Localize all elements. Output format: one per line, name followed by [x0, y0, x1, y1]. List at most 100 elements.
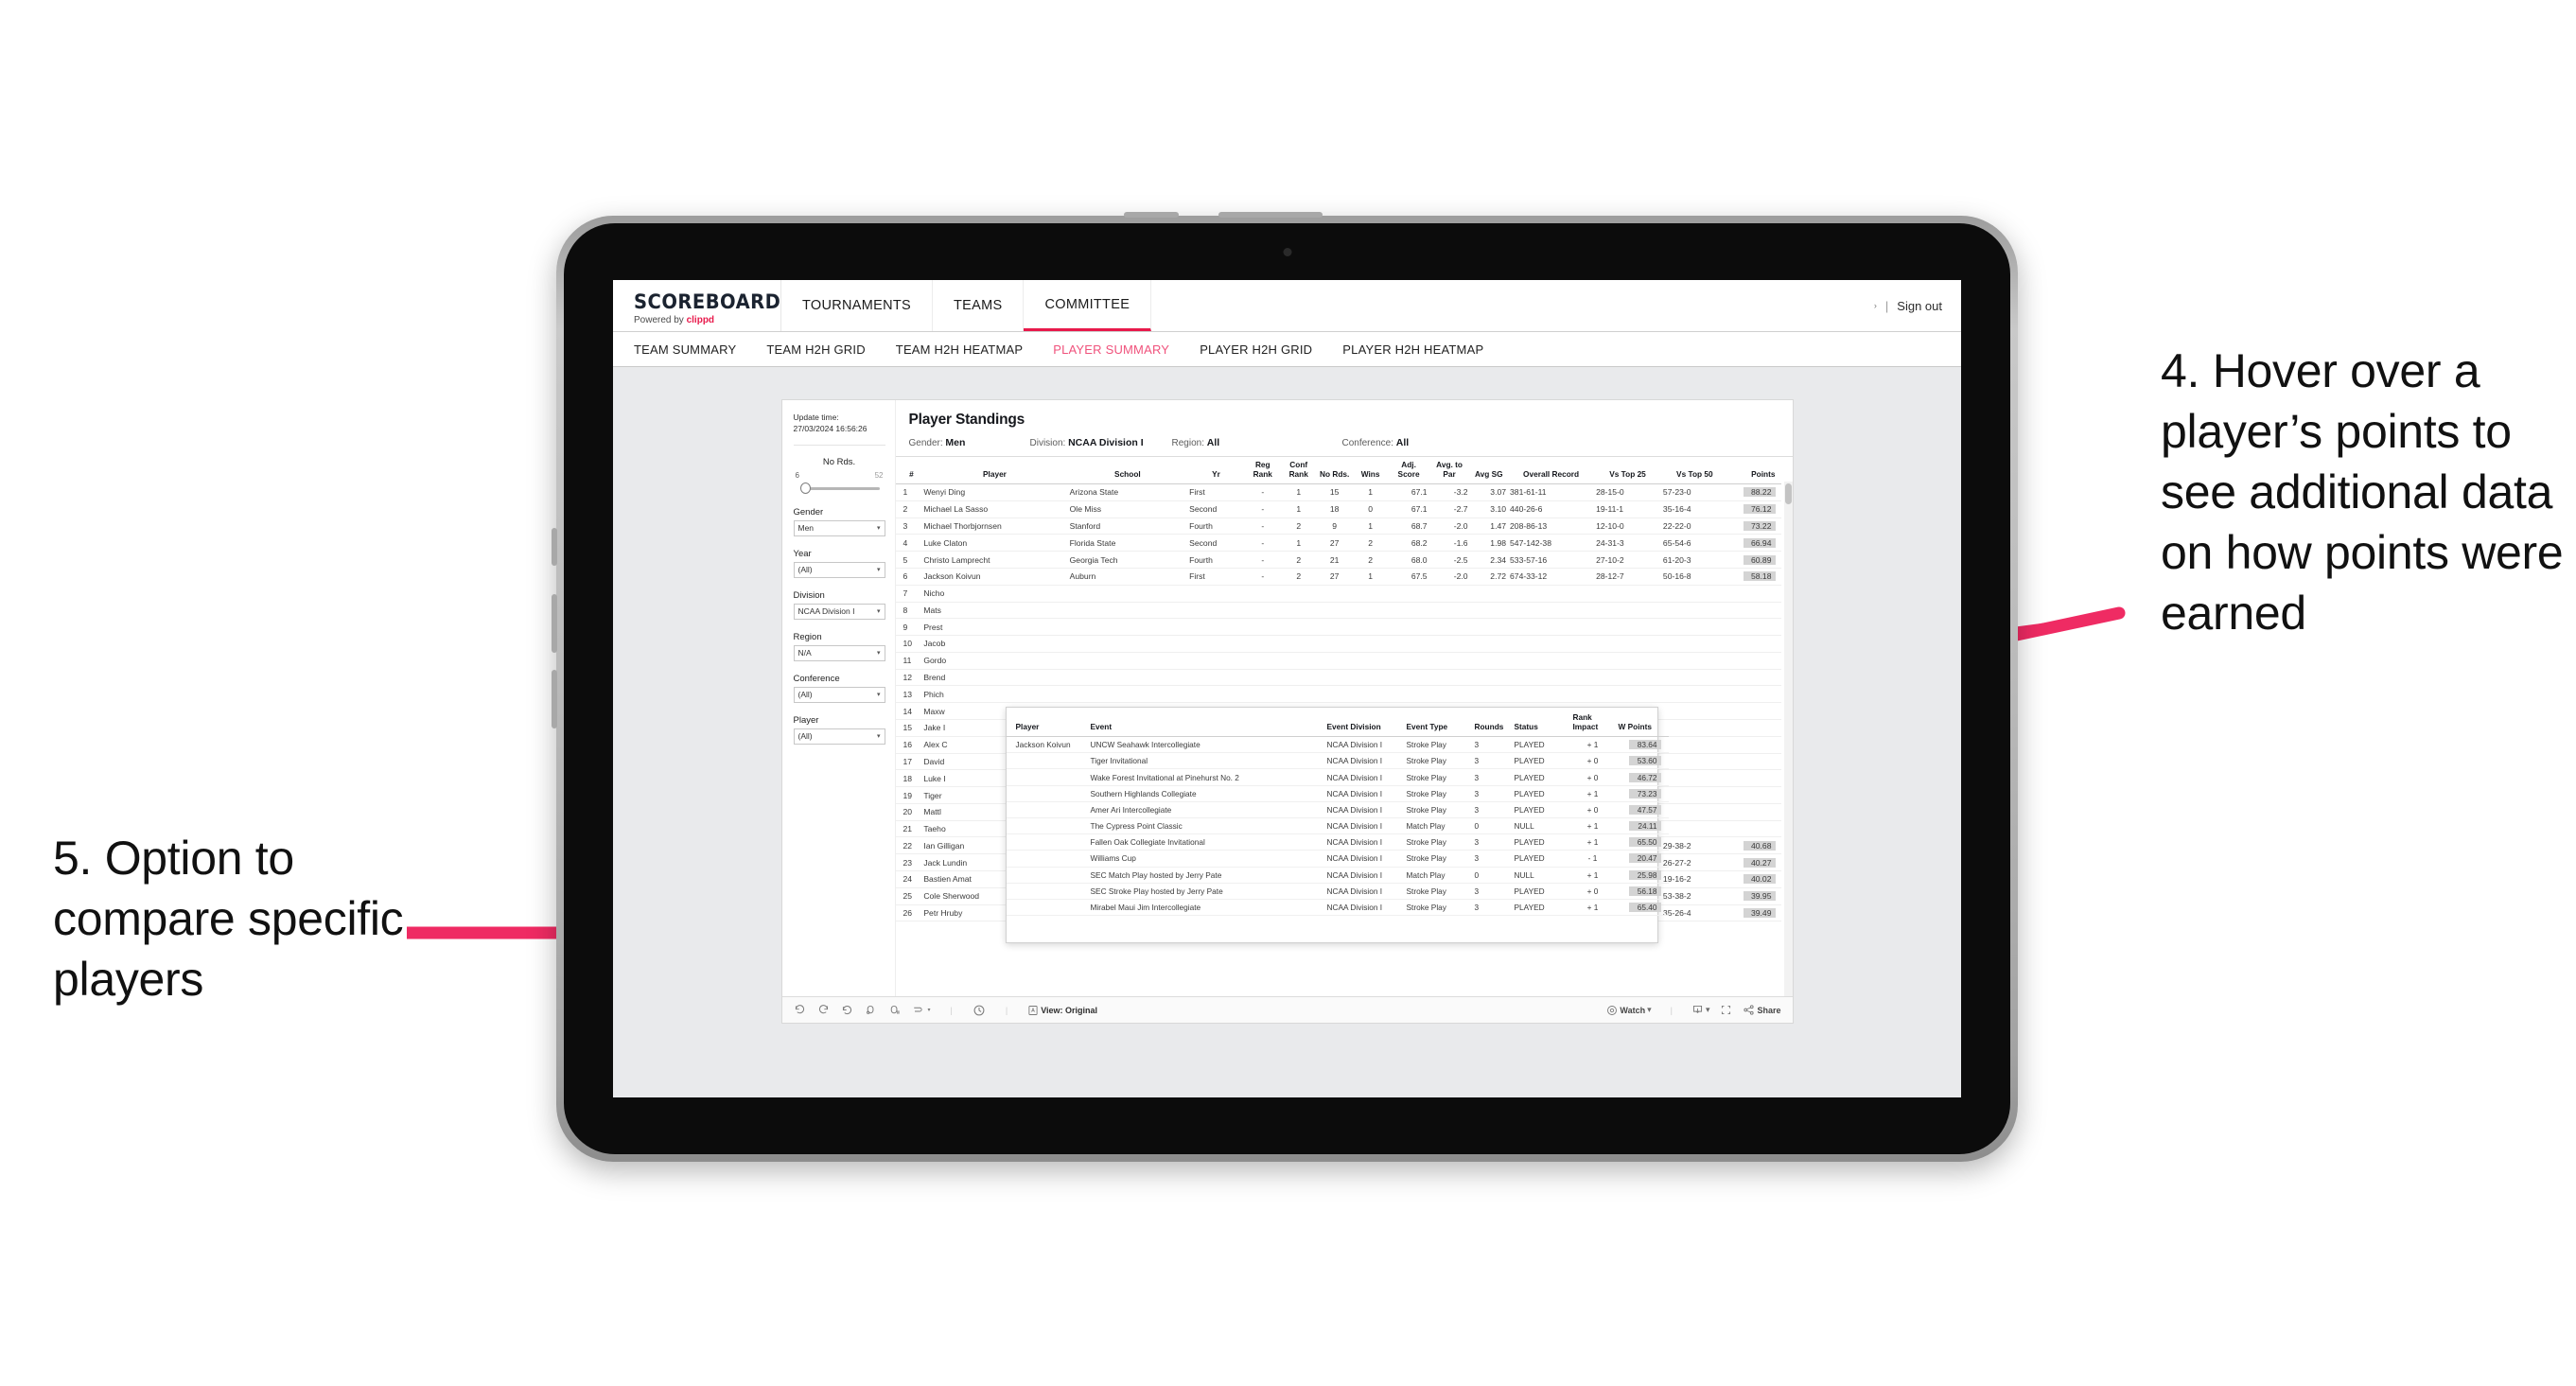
tip-col-status: Status [1511, 708, 1570, 738]
table-row[interactable]: 5 Christo Lamprecht Georgia Tech Fourth -2 21… [895, 551, 1781, 569]
table-row[interactable]: 8 Mats [895, 602, 1781, 620]
points-value[interactable]: 40.27 [1743, 857, 1776, 868]
highlight-icon[interactable]: ▾ [912, 1004, 931, 1016]
meta-gender-value: Men [945, 437, 966, 448]
table-row[interactable]: 13 Phich [895, 685, 1781, 704]
table-row[interactable]: 2 Michael La Sasso Ole Miss Second -1 18 0 67.1… [895, 500, 1781, 518]
col-reg-rank[interactable]: Reg Rank [1244, 457, 1281, 485]
table-row[interactable]: 10 Jacob [895, 635, 1781, 653]
points-value[interactable]: 66.94 [1743, 537, 1776, 548]
tab-player-h2h-grid[interactable]: PLAYER H2H GRID [1200, 342, 1312, 357]
fullscreen-icon[interactable] [1720, 1004, 1732, 1016]
col-wins[interactable]: Wins [1352, 457, 1389, 485]
slider-handle[interactable] [799, 482, 811, 494]
col-player[interactable]: Player [921, 457, 1068, 485]
scrollbar-thumb[interactable] [1784, 483, 1792, 504]
points-value[interactable]: 88.22 [1743, 487, 1776, 498]
col-adj-score[interactable]: Adj. Score [1388, 457, 1429, 485]
share-button[interactable]: Share [1743, 1004, 1781, 1016]
tooltip-cell-ev: Fallen Oak Collegiate Invitational [1087, 833, 1324, 851]
toolbar-divider-3: | [1670, 1005, 1673, 1015]
points-value[interactable]: 40.02 [1743, 874, 1776, 885]
col-school[interactable]: School [1067, 457, 1188, 485]
points-value[interactable]: 40.68 [1743, 840, 1776, 851]
points-value[interactable]: 39.95 [1743, 891, 1776, 902]
cell-num: 8 [895, 602, 922, 620]
col-overall-record[interactable]: Overall Record [1508, 457, 1595, 485]
tab-team-summary[interactable]: TEAM SUMMARY [634, 342, 736, 357]
nav-link-committee[interactable]: COMMITTEE [1024, 280, 1152, 331]
filter-gender-select[interactable]: Men ▾ [793, 519, 885, 536]
cell-t50 [1660, 635, 1728, 653]
col-points[interactable]: Points [1727, 457, 1781, 485]
cell-t50 [1660, 669, 1728, 687]
col-no-rds[interactable]: No Rds. [1316, 457, 1353, 485]
points-value[interactable]: 39.49 [1743, 907, 1776, 918]
cell-t50 [1660, 585, 1728, 603]
table-row[interactable]: 9 Prest [895, 618, 1781, 637]
tooltip-cell-player [1006, 833, 1088, 851]
cell-cr [1280, 652, 1317, 670]
pause-auto-updates-icon[interactable] [888, 1004, 901, 1016]
cell-cr: 2 [1280, 518, 1317, 535]
points-value[interactable]: 60.89 [1743, 554, 1776, 565]
cell-pts: 40.68 [1727, 836, 1781, 855]
filter-region-select[interactable]: N/A ▾ [793, 644, 885, 661]
cell-pts [1727, 803, 1781, 821]
col-vs-top-25[interactable]: Vs Top 25 [1594, 457, 1661, 485]
no-rounds-slider[interactable] [794, 482, 885, 495]
filter-year-select[interactable]: (All) ▾ [793, 561, 885, 578]
col-rank[interactable]: # [895, 457, 922, 485]
col-avg-sg[interactable]: Avg SG [1469, 457, 1509, 485]
tab-team-h2h-grid[interactable]: TEAM H2H GRID [766, 342, 865, 357]
view-original-button[interactable]: View: Original [1027, 1005, 1097, 1016]
nav-link-tournaments[interactable]: TOURNAMENTS [781, 280, 934, 331]
chevron-right-icon[interactable]: › [1874, 301, 1877, 310]
cell-w: 2 [1352, 534, 1389, 553]
table-row[interactable]: 12 Brend [895, 669, 1781, 687]
table-row[interactable]: 4 Luke Claton Florida State Second -1 27 2 68.2… [895, 534, 1781, 553]
cell-nr: 27 [1316, 568, 1353, 586]
tab-team-h2h-heatmap[interactable]: TEAM H2H HEATMAP [896, 342, 1023, 357]
table-row[interactable]: 1 Wenyi Ding Arizona State First -1 15 1 67.1 -3… [895, 483, 1781, 501]
filter-player-select[interactable]: (All) ▾ [793, 728, 885, 745]
undo-icon[interactable] [794, 1004, 806, 1016]
watch-button[interactable]: Watch ▾ [1606, 1005, 1652, 1016]
tab-player-summary[interactable]: PLAYER SUMMARY [1053, 342, 1169, 357]
points-value[interactable]: 73.22 [1743, 521, 1776, 532]
points-value[interactable]: 76.12 [1743, 504, 1776, 515]
chevron-down-icon: ▾ [876, 733, 881, 741]
col-vs-top-50[interactable]: Vs Top 50 [1660, 457, 1728, 485]
tooltip-cell-et: Match Play [1403, 867, 1472, 884]
viz-toolbar: ▾ | | View: Original Watch ▾ | ▾ Share [781, 996, 1793, 1023]
tooltip-cell-ed: NCAA Division I [1323, 768, 1404, 786]
tab-player-h2h-heatmap[interactable]: PLAYER H2H HEATMAP [1342, 342, 1483, 357]
refresh-icon[interactable] [865, 1004, 877, 1016]
filter-gender-label: Gender [793, 506, 824, 518]
cell-pts [1727, 786, 1781, 804]
col-yr[interactable]: Yr [1187, 457, 1245, 485]
annotation-step-4: 4. Hover over a player’s points to see a… [2161, 344, 2564, 640]
filter-conference-select[interactable]: (All) ▾ [793, 686, 885, 703]
col-avg-to-par[interactable]: Avg. to Par [1428, 457, 1470, 485]
points-value[interactable]: 58.18 [1743, 571, 1776, 582]
col-conf-rank[interactable]: Conf Rank [1280, 457, 1317, 485]
nav-link-teams[interactable]: TEAMS [933, 280, 1025, 331]
filter-division-select[interactable]: NCAA Division I ▾ [793, 603, 885, 620]
table-row[interactable]: 11 Gordo [895, 652, 1781, 670]
brand-logo[interactable]: SCOREBOARD Powered by clippd [613, 280, 781, 331]
tooltip-cell-st: NULL [1511, 867, 1570, 884]
table-row[interactable]: 6 Jackson Koivun Auburn First -2 27 1 67.5 -2.0 2… [895, 568, 1781, 586]
tooltip-cell-st: PLAYED [1511, 833, 1570, 851]
table-row[interactable]: 3 Michael Thorbjornsen Stanford Fourth -2 9 1 6… [895, 518, 1781, 535]
table-vertical-scrollbar[interactable] [1783, 482, 1793, 996]
history-icon[interactable] [973, 1004, 986, 1017]
tip-col-event-division: Event Division [1323, 708, 1404, 738]
sign-out-link[interactable]: Sign out [1897, 299, 1942, 313]
download-button[interactable]: ▾ [1691, 1004, 1709, 1016]
redo-icon[interactable] [817, 1004, 830, 1016]
cell-num: 26 [895, 904, 922, 922]
table-row[interactable]: 7 Nicho [895, 585, 1781, 603]
cell-pts: 73.22 [1727, 518, 1781, 535]
revert-icon[interactable] [841, 1004, 853, 1016]
